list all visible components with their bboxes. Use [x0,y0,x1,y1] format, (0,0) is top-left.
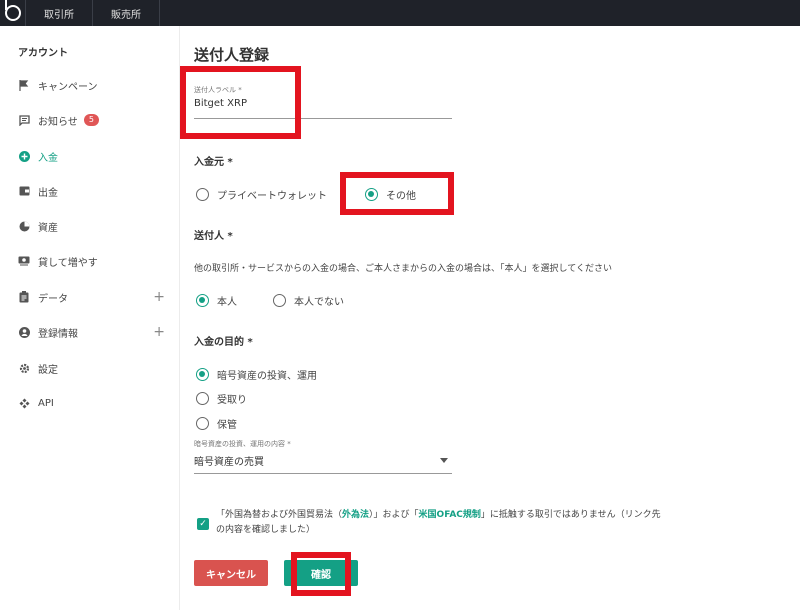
radio-label: プライベートウォレット [217,191,327,202]
sender-label-field-label: 送付人ラベル * [194,86,242,94]
sidebar-item-api[interactable]: API [18,393,173,413]
sidebar-item-registration[interactable]: 登録情報 + [18,322,173,342]
purpose-section-label: 入金の目的 * [194,337,253,348]
link-forex-law[interactable]: 外為法 [342,510,369,520]
radio-label: 受取り [217,395,247,406]
sender-section-label: 送付人 * [194,231,233,242]
radio-ring [196,417,209,430]
sidebar-item-data[interactable]: データ + [18,287,173,307]
radio-ring [365,188,378,201]
purpose-detail-label: 暗号資産の投資、運用の内容 * [194,440,291,448]
sidebar-item-label: API [38,397,54,409]
sidebar-item-label: 貸して増やす [38,257,98,269]
gear-icon [18,362,30,374]
link-ofac[interactable]: 米国OFAC規制 [419,510,481,520]
agreement-text: 「外国為替および外国貿易法（外為法）」および「米国OFAC規制」に抵触する取引で… [216,508,746,538]
pie-chart-icon [18,220,30,232]
radio-label: 保管 [217,420,237,431]
source-section-label: 入金元 * [194,157,233,168]
expand-plus-icon[interactable]: + [153,289,165,305]
top-navigation-bar: 取引所 販売所 [0,0,800,26]
sidebar: アカウント キャンペーン お知らせ 5 入金 出金 資産 貸して増やす データ … [0,26,180,610]
lend-icon [18,255,30,267]
sidebar-item-label: 設定 [38,364,58,376]
agreement-text-part: ）」および「 [369,510,419,520]
sidebar-item-label: キャンペーン [38,81,98,93]
clipboard-icon [18,291,30,303]
main-content: 送付人登録 送付人ラベル * Bitget XRP 入金元 * プライベートウォ… [180,26,800,610]
confirm-button[interactable]: 確認 [284,560,358,586]
tab-sales[interactable]: 販売所 [93,0,160,26]
sidebar-item-label: 登録情報 [38,328,78,340]
radio-investment[interactable]: 暗号資産の投資、運用 [196,367,317,382]
page-title: 送付人登録 [194,46,270,64]
flag-icon [18,79,30,91]
radio-ring [273,294,286,307]
sidebar-item-assets[interactable]: 資産 [18,216,173,236]
sidebar-item-label: 出金 [38,187,58,199]
agreement-checkbox[interactable]: ✓ [197,518,209,530]
radio-ring [196,368,209,381]
radio-receive[interactable]: 受取り [196,391,247,406]
sidebar-item-campaign[interactable]: キャンペーン [18,75,173,95]
sidebar-item-label: データ [38,293,68,305]
expand-plus-icon[interactable]: + [153,324,165,340]
radio-storage[interactable]: 保管 [196,416,237,431]
radio-private-wallet[interactable]: プライベートウォレット [196,187,327,202]
sidebar-item-label: お知らせ [38,116,78,128]
radio-ring [196,188,209,201]
purpose-detail-underline [194,473,452,474]
sidebar-title: アカウント [18,48,68,59]
radio-label: その他 [386,191,416,202]
radio-label: 暗号資産の投資、運用 [217,371,317,382]
sidebar-item-withdraw[interactable]: 出金 [18,181,173,201]
tab-exchange[interactable]: 取引所 [26,0,93,26]
sidebar-item-label: 入金 [38,152,58,164]
logo-icon[interactable] [0,0,26,26]
radio-self[interactable]: 本人 [196,293,237,308]
message-icon [18,114,30,126]
cancel-button[interactable]: キャンセル [194,560,268,586]
agreement-text-part: 「外国為替および外国貿易法（ [216,510,343,520]
notification-badge: 5 [83,114,99,126]
agreement-text-line2: の内容を確認しました） [216,525,316,535]
sidebar-item-news[interactable]: お知らせ 5 [18,110,173,130]
radio-label: 本人でない [294,297,344,308]
sender-label-underline [194,118,452,119]
sender-description: 他の取引所・サービスからの入金の場合、ご本人さまからの入金の場合は、「本人」を選… [194,264,612,274]
sidebar-item-settings[interactable]: 設定 [18,358,173,378]
radio-ring [196,294,209,307]
radio-other[interactable]: その他 [365,187,416,202]
purpose-detail-select[interactable]: 暗号資産の売買 [194,453,264,468]
radio-not-self[interactable]: 本人でない [273,293,344,308]
radio-ring [196,392,209,405]
sidebar-item-label: 資産 [38,222,58,234]
api-icon [18,397,30,409]
user-circle-icon [18,326,30,338]
agreement-text-part: 」に抵触する取引ではありません（リンク先 [480,510,661,520]
plus-circle-icon [18,150,30,162]
wallet-icon [18,185,30,197]
sender-label-input[interactable]: Bitget XRP [194,98,247,109]
sidebar-item-deposit[interactable]: 入金 [18,146,173,166]
sidebar-item-lending[interactable]: 貸して増やす [18,251,173,271]
chevron-down-icon[interactable] [440,458,448,463]
radio-label: 本人 [217,297,237,308]
